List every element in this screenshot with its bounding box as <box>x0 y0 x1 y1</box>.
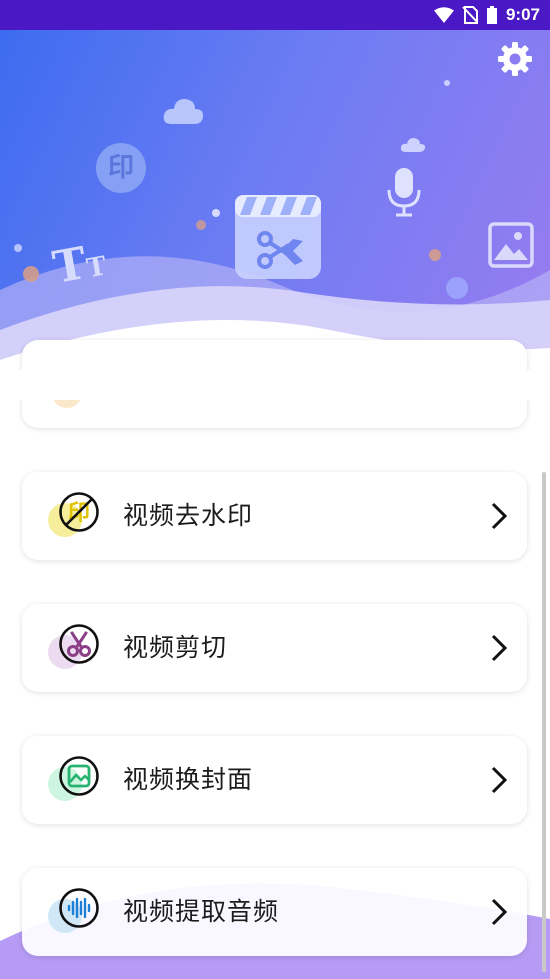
scrollbar[interactable] <box>542 472 546 972</box>
chevron-right-icon <box>491 634 508 662</box>
scissors-icon <box>59 624 99 664</box>
menu-item-label: 视频提取音频 <box>123 897 280 926</box>
cover-image-icon-wrap <box>48 755 104 801</box>
app-root: 9:07 印 TT 视频去水印 视频剪切 视频换封面 视频提取音频 <box>0 0 550 979</box>
no-sim-icon <box>462 6 478 24</box>
microphone-icon <box>387 168 421 217</box>
chevron-right-icon <box>491 898 508 926</box>
menu-item-change-cover[interactable]: 视频换封面 <box>22 736 527 824</box>
header-curve-mask <box>0 370 550 400</box>
cover-image-icon <box>59 756 99 796</box>
audio-wave-icon-wrap <box>48 887 104 933</box>
audio-wave-icon <box>59 888 99 928</box>
battery-icon <box>486 6 498 24</box>
gear-icon <box>498 42 532 76</box>
cloud-icon <box>400 138 426 152</box>
chevron-right-icon <box>491 502 508 530</box>
menu-item-remove-watermark[interactable]: 印 视频去水印 <box>22 472 527 560</box>
stamp-icon: 印 <box>96 143 146 193</box>
menu-item-label: 视频剪切 <box>123 633 228 662</box>
no-watermark-icon: 印 <box>59 492 99 532</box>
menu-item-video-cut[interactable]: 视频剪切 <box>22 604 527 692</box>
header-banner: 印 TT <box>0 30 550 380</box>
settings-button[interactable] <box>496 40 534 78</box>
menu-item-extract-audio[interactable]: 视频提取音频 <box>22 868 527 956</box>
chevron-right-icon <box>491 766 508 794</box>
status-time: 9:07 <box>505 5 540 24</box>
status-bar: 9:07 <box>0 0 550 30</box>
no-watermark-icon-wrap: 印 <box>48 491 104 537</box>
cloud-icon <box>163 99 204 124</box>
image-icon <box>488 222 534 268</box>
menu-item-label: 视频去水印 <box>123 501 254 530</box>
clapperboard-scissors-icon <box>235 195 321 279</box>
text-size-small: T <box>84 251 109 285</box>
text-size-icon: TT <box>49 233 119 303</box>
wifi-icon <box>433 7 454 23</box>
scissors-icon-wrap <box>48 623 104 669</box>
menu-item-label: 视频换封面 <box>123 765 254 794</box>
stamp-text: 印 <box>107 153 134 183</box>
